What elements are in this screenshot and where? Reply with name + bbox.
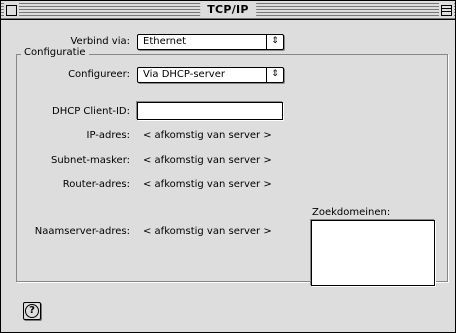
search-domains-label: Zoekdomeinen: <box>312 207 391 218</box>
configure-value: Via DHCP-server <box>143 69 225 80</box>
configure-label: Configureer: <box>68 69 130 80</box>
up-down-arrow-icon: ⇕ <box>266 35 283 49</box>
subnet-mask-value: < afkomstig van server > <box>143 155 272 166</box>
collapse-box-icon[interactable] <box>441 5 452 16</box>
dhcp-client-id-field[interactable] <box>137 102 283 120</box>
configuration-group-title: Configuratie <box>21 47 89 58</box>
dhcp-client-id-label: DHCP Client-ID: <box>52 106 130 117</box>
router-address-value: < afkomstig van server > <box>143 179 272 190</box>
connect-via-value: Ethernet <box>143 36 187 47</box>
close-box-icon[interactable] <box>6 5 17 16</box>
connect-via-label: Verbind via: <box>70 36 130 47</box>
name-server-label: Naamserver-adres: <box>34 226 130 237</box>
help-icon: ? <box>25 304 39 318</box>
title-bar[interactable]: TCP/IP <box>1 1 455 20</box>
tcpip-window: TCP/IP Verbind via: Ethernet ⇕ Configura… <box>0 0 456 333</box>
router-address-label: Router-adres: <box>62 179 130 190</box>
ip-address-value: < afkomstig van server > <box>143 130 272 141</box>
ip-address-label: IP-adres: <box>86 130 130 141</box>
subnet-mask-label: Subnet-masker: <box>50 155 130 166</box>
connect-via-popup[interactable]: Ethernet ⇕ <box>137 34 284 50</box>
configure-popup[interactable]: Via DHCP-server ⇕ <box>137 67 284 83</box>
up-down-arrow-icon: ⇕ <box>266 68 283 82</box>
search-domains-field[interactable] <box>311 220 435 286</box>
window-title: TCP/IP <box>200 2 256 18</box>
help-button[interactable]: ? <box>23 302 41 320</box>
name-server-value: < afkomstig van server > <box>143 226 272 237</box>
